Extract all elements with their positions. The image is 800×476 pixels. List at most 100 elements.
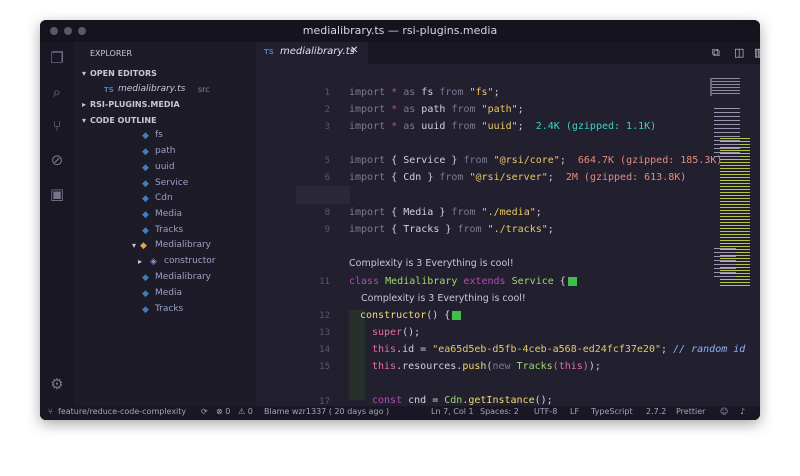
- indentation[interactable]: Spaces: 2: [480, 407, 519, 416]
- outline-item[interactable]: Media: [155, 209, 182, 219]
- color-decorator: [567, 276, 577, 286]
- token: class: [349, 276, 380, 287]
- code-line-17: const cnd = Cdn.getInstance();: [372, 395, 553, 406]
- code-line-2: import * as path from "path";: [349, 104, 524, 115]
- token: *: [391, 104, 398, 115]
- chevron-down-icon[interactable]: ▾: [82, 69, 86, 78]
- outline-item[interactable]: Cdn: [155, 193, 173, 203]
- gear-icon[interactable]: ⚙: [49, 376, 65, 392]
- method-icon: ◈: [150, 257, 157, 267]
- code-editor[interactable]: TS medialibrary.ts ✕ ⧉ ◫ ▥ 1 2 3 5 6 8 9…: [256, 42, 760, 407]
- token: this: [372, 344, 397, 355]
- language-mode[interactable]: TypeScript: [591, 407, 633, 416]
- errors-count[interactable]: ⊗ 0: [216, 407, 230, 416]
- project-section[interactable]: RSI-PLUGINS.MEDIA: [90, 100, 180, 109]
- debug-icon[interactable]: ⊘: [49, 152, 65, 168]
- token: ;: [547, 224, 554, 235]
- git-blame[interactable]: Blame wzr1337 ( 20 days ago ): [264, 407, 389, 416]
- token: from: [451, 121, 476, 132]
- token: {: [391, 155, 398, 166]
- token: ();: [534, 395, 553, 406]
- line-number: 11: [319, 277, 330, 287]
- token: ;: [535, 207, 542, 218]
- line-number: 8: [324, 208, 330, 218]
- outline-dot-icon: ◆: [142, 226, 149, 236]
- git-branch[interactable]: feature/reduce-code-complexity: [58, 407, 186, 416]
- token: {: [391, 172, 398, 183]
- line-number: 1: [324, 88, 330, 98]
- token: ;: [517, 104, 524, 115]
- token: Tracks: [403, 224, 440, 235]
- token: =: [426, 395, 445, 406]
- outline-item-class[interactable]: Medialibrary: [155, 240, 211, 250]
- code-lens-complexity[interactable]: Complexity is 3 Everything is cool!: [349, 258, 514, 269]
- activity-bar: ❐ ⌕ ⑂ ⊘ ▣ ⚙: [40, 42, 74, 420]
- chevron-right-icon[interactable]: ▸: [82, 100, 86, 109]
- outline-item[interactable]: uuid: [155, 162, 175, 172]
- token: "uuid": [481, 121, 518, 132]
- open-editors-section[interactable]: OPEN EDITORS: [90, 69, 157, 78]
- typescript-version[interactable]: 2.7.2: [646, 407, 666, 416]
- token: "@rsi/core": [493, 155, 560, 166]
- outline-item[interactable]: Tracks: [155, 304, 183, 314]
- token: );: [588, 361, 601, 372]
- close-icon[interactable]: ✕: [350, 45, 358, 56]
- code-outline-section[interactable]: CODE OUTLINE: [90, 116, 157, 125]
- outline-item-method[interactable]: constructor: [164, 256, 215, 266]
- token: "./tracks": [487, 224, 548, 235]
- preview-icon[interactable]: ◫: [734, 46, 744, 59]
- token: Service: [403, 155, 446, 166]
- token: uuid: [421, 121, 446, 132]
- outline-item[interactable]: Tracks: [155, 225, 183, 235]
- token: "@rsi/server": [469, 172, 548, 183]
- token: }: [427, 172, 434, 183]
- encoding[interactable]: UTF-8: [534, 407, 557, 416]
- code-line-1: import * as fs from "fs";: [349, 87, 500, 98]
- bell-icon[interactable]: ♪: [740, 407, 745, 416]
- cursor-position[interactable]: Ln 7, Col 1: [431, 407, 474, 416]
- files-icon[interactable]: ❐: [49, 50, 65, 66]
- token: import: [349, 224, 386, 235]
- outline-item[interactable]: Media: [155, 288, 182, 298]
- code-line-6: import { Cdn } from "@rsi/server"; 2M (g…: [349, 172, 686, 183]
- code-line-13: super();: [372, 327, 420, 338]
- minimap[interactable]: [710, 78, 760, 406]
- window-title: medialibrary.ts — rsi-plugins.media: [302, 24, 498, 37]
- token: from: [451, 207, 476, 218]
- token: as: [403, 121, 416, 132]
- token: import: [349, 87, 386, 98]
- current-line-highlight: [296, 186, 350, 204]
- token: as: [403, 87, 416, 98]
- end-of-line[interactable]: LF: [570, 407, 579, 416]
- line-number: 14: [319, 345, 330, 355]
- source-control-icon[interactable]: ⑂: [49, 118, 65, 134]
- token: () {: [426, 310, 451, 321]
- warnings-count[interactable]: ⚠ 0: [238, 407, 253, 416]
- extensions-icon[interactable]: ▣: [49, 186, 65, 202]
- outline-dot-icon: ◆: [142, 163, 149, 173]
- smiley-icon[interactable]: ☺: [720, 407, 728, 416]
- outline-item[interactable]: Medialibrary: [155, 272, 211, 282]
- token: fs: [421, 87, 434, 98]
- split-editor-icon[interactable]: ▥: [754, 46, 760, 59]
- code-line-3: import * as uuid from "uuid"; 2.4K (gzip…: [349, 121, 656, 132]
- outline-item[interactable]: fs: [155, 130, 163, 140]
- chevron-down-icon[interactable]: ▾: [132, 241, 136, 250]
- token: ;: [517, 121, 524, 132]
- branch-icon: ⑂: [48, 407, 53, 416]
- chevron-down-icon[interactable]: ▾: [82, 116, 86, 125]
- outline-item[interactable]: Service: [155, 178, 188, 188]
- prettier-status[interactable]: Prettier: [676, 407, 705, 416]
- tab-medialibrary[interactable]: TS medialibrary.ts ✕: [256, 42, 368, 64]
- search-icon[interactable]: ⌕: [49, 84, 65, 100]
- open-file-name[interactable]: medialibrary.ts: [118, 84, 185, 94]
- sync-icon[interactable]: ⟳: [201, 407, 208, 416]
- indent-guide: [349, 310, 365, 400]
- outline-dot-icon: ◆: [142, 131, 149, 141]
- chevron-right-icon[interactable]: ▸: [138, 257, 142, 266]
- open-changes-icon[interactable]: ⧉: [712, 46, 720, 60]
- code-lens-complexity[interactable]: Complexity is 3 Everything is cool!: [361, 293, 526, 304]
- token: extends: [463, 276, 506, 287]
- outline-item[interactable]: path: [155, 146, 175, 156]
- outline-dot-icon: ◆: [142, 210, 149, 220]
